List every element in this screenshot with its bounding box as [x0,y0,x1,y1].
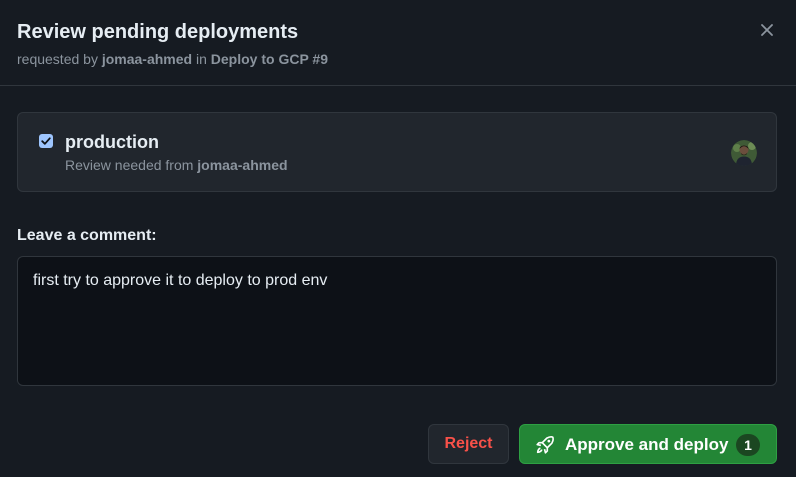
close-icon [761,24,773,36]
environment-review-text: Review needed from jomaa-ahmed [65,157,288,173]
environment-checkbox[interactable] [39,134,53,148]
requester-name: jomaa-ahmed [101,51,193,67]
review-prefix: Review needed from [65,157,194,173]
close-button[interactable] [756,19,778,41]
avatar-image [731,140,757,166]
dialog-header: Review pending deployments requested by … [0,0,796,86]
reviewer-avatar[interactable] [731,140,757,166]
workflow-run-link[interactable]: Deploy to GCP #9 [211,51,328,67]
checkmark-icon [41,137,51,145]
approve-button-label: Approve and deploy [565,435,729,454]
approve-and-deploy-button[interactable]: Approve and deploy 1 [519,424,777,464]
comment-text: first try to approve it to deploy to pro… [33,272,328,289]
subtitle-prefix: requested by [17,51,98,67]
reject-button[interactable]: Reject [428,424,509,464]
review-deployments-dialog: Review pending deployments requested by … [0,0,796,477]
dialog-subtitle: requested by jomaa-ahmed in Deploy to GC… [17,51,328,67]
approve-count-badge: 1 [736,434,760,456]
subtitle-in: in [195,51,207,67]
environment-card: production Review needed from jomaa-ahme… [17,112,777,192]
comment-textarea[interactable]: first try to approve it to deploy to pro… [17,256,777,386]
comment-label: Leave a comment: [17,227,157,244]
dialog-title: Review pending deployments [17,21,299,43]
rocket-icon [536,436,554,454]
reviewer-name: jomaa-ahmed [197,157,288,173]
environment-name: production [65,132,159,152]
